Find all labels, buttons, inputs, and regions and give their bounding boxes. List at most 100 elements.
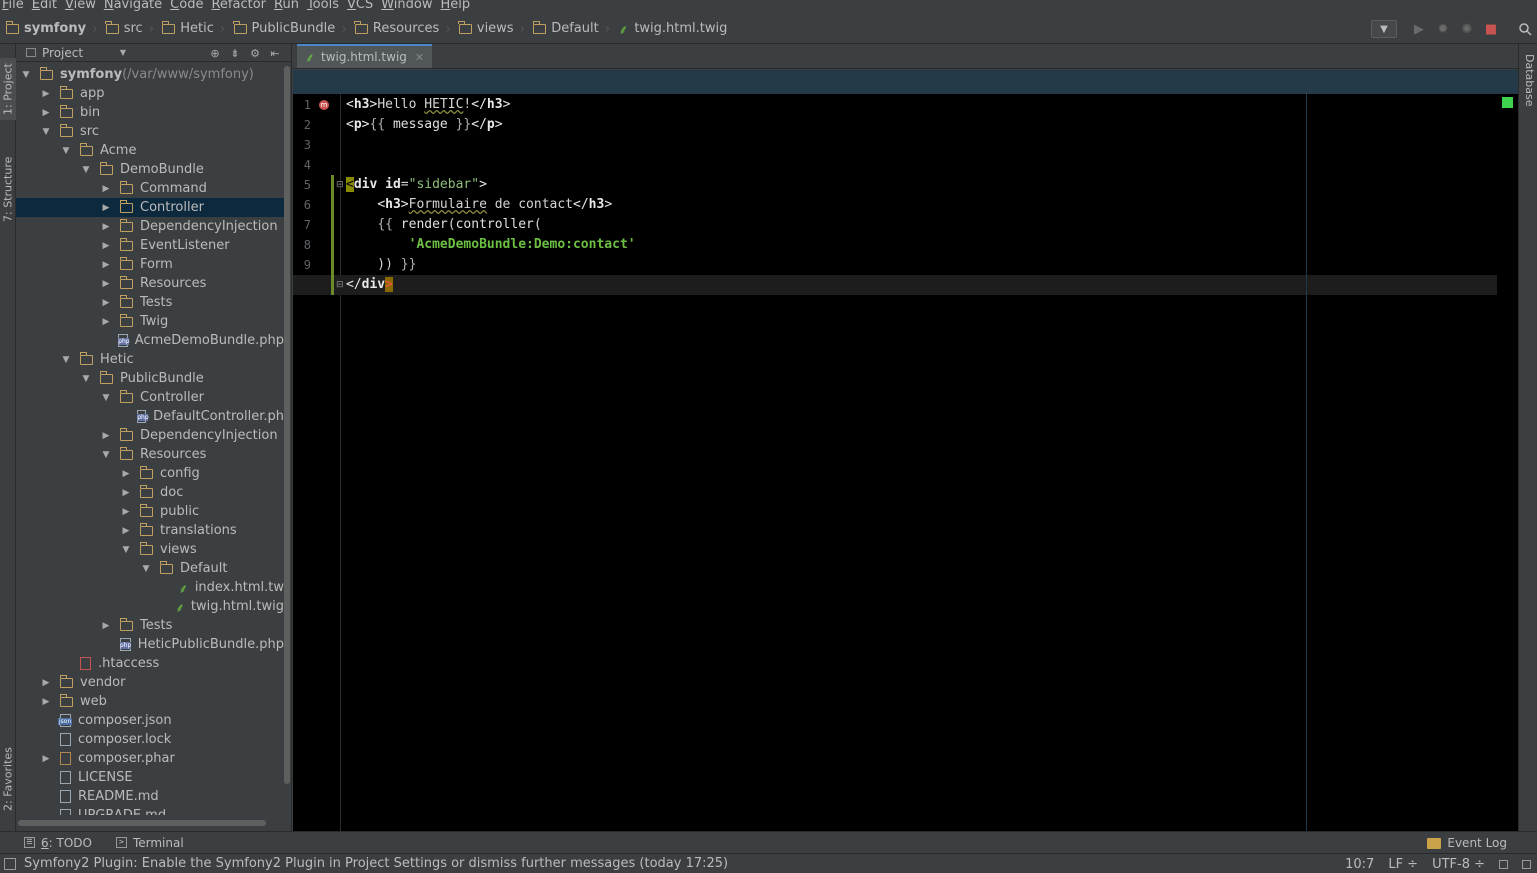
tree-vertical-scrollbar[interactable] <box>284 66 290 784</box>
tree-item[interactable]: ▶ doc <box>16 483 284 502</box>
expand-arrow-icon[interactable]: ▼ <box>60 355 72 365</box>
collapse-arrow-icon[interactable]: ▶ <box>100 241 112 251</box>
tree-item[interactable]: ▶ public <box>16 502 284 521</box>
tree-item[interactable]: ▶ Form <box>16 255 284 274</box>
breadcrumb-item[interactable]: src <box>100 14 147 44</box>
tree-item[interactable]: ▼ PublicBundle <box>16 369 284 388</box>
expand-arrow-icon[interactable]: ▼ <box>100 450 112 460</box>
tree-item[interactable]: ▶ Twig <box>16 312 284 331</box>
menu-refactor[interactable]: Refactor <box>209 0 272 12</box>
expand-arrow-icon[interactable]: ▼ <box>60 146 72 156</box>
collapse-arrow-icon[interactable]: ▶ <box>40 89 52 99</box>
coverage-icon[interactable]: ✺ <box>1457 19 1477 39</box>
tree-item[interactable]: ▶ bin <box>16 103 284 122</box>
tree-item[interactable]: ▶⸙twig.html.twig <box>16 597 284 616</box>
inspection-ok-icon[interactable] <box>1502 97 1513 108</box>
menu-run[interactable]: Run <box>272 0 305 12</box>
debug-icon[interactable]: ✹ <box>1433 19 1453 39</box>
editor-tab-twig-html-twig[interactable]: ⸙ twig.html.twig ✕ <box>297 44 433 68</box>
collapse-all-icon[interactable]: ⇟ <box>225 47 245 60</box>
tree-item[interactable]: ▶composer.lock <box>16 730 284 749</box>
expand-arrow-icon[interactable]: ▼ <box>120 545 132 555</box>
caret-position[interactable]: 10:7 <box>1345 857 1374 872</box>
tree-item[interactable]: ▼ Hetic <box>16 350 284 369</box>
tree-item[interactable]: ▶ vendor <box>16 673 284 692</box>
collapse-arrow-icon[interactable]: ▶ <box>100 203 112 213</box>
tree-item[interactable]: ▶ web <box>16 692 284 711</box>
tree-item[interactable]: ▶ Tests <box>16 616 284 635</box>
tree-item[interactable]: ▶ Controller <box>16 198 284 217</box>
tree-item[interactable]: ▶DefaultController.ph <box>16 407 284 426</box>
expand-arrow-icon[interactable]: ▼ <box>100 393 112 403</box>
tree-item[interactable]: ▶ DependencyInjection <box>16 426 284 445</box>
breadcrumb-item[interactable]: PublicBundle <box>228 14 340 44</box>
collapse-arrow-icon[interactable]: ▶ <box>100 260 112 270</box>
menu-navigate[interactable]: Navigate <box>102 0 168 12</box>
tree-item[interactable]: ▶.htaccess <box>16 654 284 673</box>
collapse-arrow-icon[interactable]: ▶ <box>100 279 112 289</box>
menu-tools[interactable]: Tools <box>305 0 345 12</box>
collapse-arrow-icon[interactable]: ▶ <box>120 526 132 536</box>
menu-file[interactable]: File <box>0 0 30 12</box>
tree-item[interactable]: ▼ Controller <box>16 388 284 407</box>
toggle-tool-windows-icon[interactable] <box>4 857 16 870</box>
collapse-arrow-icon[interactable]: ▶ <box>100 621 112 631</box>
tree-item[interactable]: ▶⸙index.html.tw <box>16 578 284 597</box>
breadcrumb-item[interactable]: ⸙ twig.html.twig <box>612 14 731 44</box>
encoding-selector[interactable]: UTF-8 ÷ <box>1432 857 1485 872</box>
vcs-change-marker[interactable] <box>331 175 334 295</box>
error-stripe[interactable] <box>1497 94 1518 831</box>
terminal-tool-tab[interactable]: > Terminal <box>115 836 184 850</box>
tree-item[interactable]: ▶HeticPublicBundle.php <box>16 635 284 654</box>
lock-icon[interactable] <box>1499 859 1508 869</box>
collapse-arrow-icon[interactable]: ▶ <box>120 507 132 517</box>
collapse-arrow-icon[interactable]: ▶ <box>100 317 112 327</box>
gear-icon[interactable]: ⚙ <box>245 47 265 60</box>
project-tree[interactable]: ▼ symfony (/var/www/symfony) ▶ app ▶ bin ▼ src ▼… <box>16 65 284 815</box>
tree-item[interactable]: ▶AcmeDemoBundle.php <box>16 331 284 350</box>
tree-item[interactable]: ▼ DemoBundle <box>16 160 284 179</box>
project-tool-tab[interactable]: 1: Project <box>0 58 16 120</box>
breadcrumb-item[interactable]: Resources <box>349 14 443 44</box>
menu-view[interactable]: View <box>63 0 102 12</box>
collapse-arrow-icon[interactable]: ▶ <box>100 431 112 441</box>
line-separator-selector[interactable]: LF ÷ <box>1388 857 1418 872</box>
tree-horizontal-scrollbar[interactable] <box>18 820 266 826</box>
event-log-tab[interactable]: Event Log <box>1427 832 1507 854</box>
stop-icon[interactable]: ■ <box>1481 19 1501 39</box>
tree-item[interactable]: ▼ Default <box>16 559 284 578</box>
code-editor[interactable]: <h3>Hello HETIC!</h3> <p>{{ message }}</… <box>341 94 1498 831</box>
menu-window[interactable]: Window <box>379 0 438 12</box>
todo-tool-tab[interactable]: ☰ 6: TODO <box>24 836 92 850</box>
fold-close-icon[interactable]: ⊟ <box>336 280 344 290</box>
tree-item[interactable]: ▼ Resources <box>16 445 284 464</box>
menu-code[interactable]: Code <box>168 0 209 12</box>
scroll-from-source-icon[interactable]: ⊕ <box>205 47 225 60</box>
expand-arrow-icon[interactable]: ▼ <box>20 70 32 80</box>
collapse-arrow-icon[interactable]: ▶ <box>40 697 52 707</box>
inspector-icon[interactable] <box>1522 859 1531 869</box>
tree-item[interactable]: ▶README.md <box>16 787 284 806</box>
tree-item[interactable]: ▶composer.json <box>16 711 284 730</box>
collapse-arrow-icon[interactable]: ▶ <box>40 678 52 688</box>
hide-panel-icon[interactable]: ⇤ <box>265 47 285 60</box>
tree-item[interactable]: ▼ Acme <box>16 141 284 160</box>
tree-item[interactable]: ▶ translations <box>16 521 284 540</box>
close-icon[interactable]: ✕ <box>415 51 424 64</box>
collapse-arrow-icon[interactable]: ▶ <box>120 488 132 498</box>
tree-item[interactable]: ▶ config <box>16 464 284 483</box>
run-icon[interactable]: ▶ <box>1409 19 1429 39</box>
breadcrumb-item[interactable]: Hetic <box>156 14 218 44</box>
tree-item[interactable]: ▶LICENSE <box>16 768 284 787</box>
expand-arrow-icon[interactable]: ▼ <box>80 374 92 384</box>
favorites-tool-tab[interactable]: 2: Favorites <box>0 744 16 814</box>
breadcrumb-item[interactable]: symfony <box>0 14 90 44</box>
menu-help[interactable]: Help <box>439 0 477 12</box>
collapse-arrow-icon[interactable]: ▶ <box>120 469 132 479</box>
run-config-dropdown[interactable]: ▼ <box>1371 20 1397 38</box>
tree-item[interactable]: ▼ views <box>16 540 284 559</box>
tree-item[interactable]: ▼ src <box>16 122 284 141</box>
fold-open-icon[interactable]: ⊟ <box>336 180 344 190</box>
tree-item[interactable]: ▶ composer.phar <box>16 749 284 768</box>
collapse-arrow-icon[interactable]: ▶ <box>40 108 52 118</box>
